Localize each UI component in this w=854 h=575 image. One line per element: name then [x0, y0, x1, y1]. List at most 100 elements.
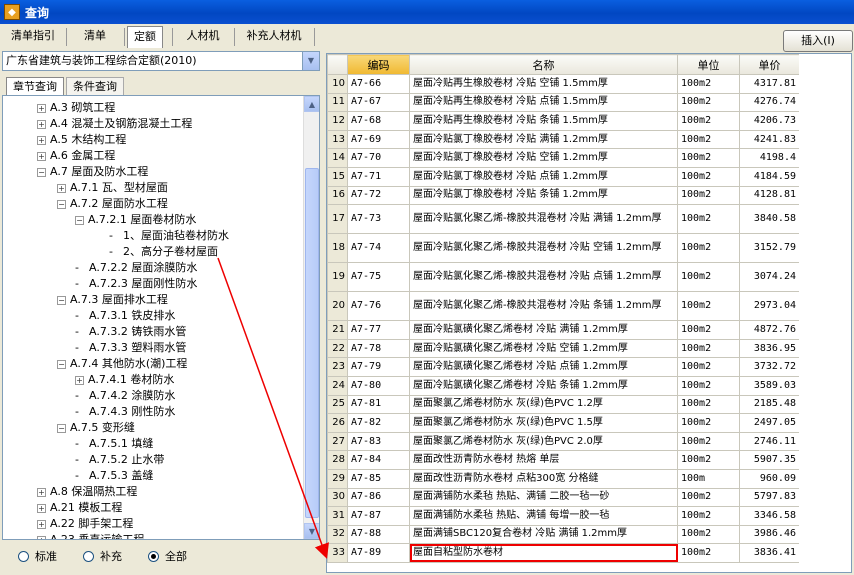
tree-node[interactable]: -1、屋面油毡卷材防水 [109, 228, 229, 244]
tree-scrollbar[interactable]: ▲ ▼ [303, 96, 319, 539]
name-cell: 屋面冷贴再生橡胶卷材 冷贴 点铺 1.5mm厚 [409, 92, 678, 113]
expand-icon[interactable]: + [37, 151, 46, 161]
expand-icon[interactable]: + [37, 503, 46, 513]
collapse-icon[interactable]: − [57, 295, 66, 305]
table-row[interactable]: 18 A7-74 屋面冷贴氯化聚乙烯-橡胶共混卷材 冷贴 空铺 1.2mm厚 100m… [327, 233, 800, 264]
table-row[interactable]: 24 A7-80 屋面冷贴氯磺化聚乙烯卷材 冷贴 条铺 1.2mm厚 100m2 358… [327, 375, 800, 396]
tree-node[interactable]: − A.7 屋面及防水工程 [37, 164, 148, 180]
tree-node[interactable]: - A.7.3.1 铁皮排水 [75, 308, 175, 324]
tree-node[interactable]: + A.3 砌筑工程 [37, 100, 115, 116]
scroll-thumb[interactable] [305, 168, 319, 518]
tree-node[interactable]: - A.7.3.2 铸铁雨水管 [75, 324, 186, 340]
tree-node[interactable]: + A.8 保温隔热工程 [37, 484, 137, 500]
row-number-cell: 32 [327, 524, 348, 545]
table-row[interactable]: 29 A7-85 屋面改性沥青防水卷材 点粘300宽 分格缝 100m 960.09 [327, 468, 800, 489]
tree-node[interactable]: + A.21 模板工程 [37, 500, 122, 516]
column-header-price[interactable]: 单价 [739, 54, 800, 75]
tree-node[interactable]: + A.7.1 瓦、型材屋面 [57, 180, 168, 196]
name-cell: 屋面冷贴氯磺化聚乙烯卷材 冷贴 条铺 1.2mm厚 [409, 375, 678, 396]
expand-icon[interactable]: + [37, 487, 46, 497]
collapse-icon[interactable]: − [75, 215, 84, 225]
price-cell: 3836.95 [739, 338, 800, 359]
expand-icon[interactable]: + [37, 535, 46, 539]
price-cell: 5797.83 [739, 487, 800, 508]
table-row[interactable]: 17 A7-73 屋面冷贴氯化聚乙烯-橡胶共混卷材 冷贴 满铺 1.2mm厚 100m… [327, 204, 800, 235]
tree-node[interactable]: - A.7.2.3 屋面刚性防水 [75, 276, 197, 292]
quota-library-select[interactable]: 广东省建筑与装饰工程综合定额(2010) ▼ [2, 51, 320, 71]
tree-node[interactable]: + A.7.4.1 卷材防水 [75, 372, 174, 388]
tree-node[interactable]: + A.6 金属工程 [37, 148, 115, 164]
table-row[interactable]: 13 A7-69 屋面冷贴氯丁橡胶卷材 冷贴 满铺 1.2mm厚 100m2 4241.… [327, 129, 800, 150]
tree-node[interactable]: - A.7.5.2 止水带 [75, 452, 164, 468]
tree-leaf-connector: - [109, 245, 113, 258]
table-row[interactable]: 31 A7-87 屋面满铺防水柔毡 热贴、满铺 每增一胶一毡 100m2 3346.58 [327, 506, 800, 526]
radio-supplement[interactable]: 补充 [83, 548, 122, 564]
tree-node[interactable]: − A.7.4 其他防水(潮)工程 [57, 356, 187, 372]
tab-supplement-material[interactable]: 补充人材机 [238, 26, 310, 48]
tab-labor-material[interactable]: 人材机 [176, 26, 230, 48]
table-row[interactable]: 23 A7-79 屋面冷贴氯磺化聚乙烯卷材 冷贴 点铺 1.2mm厚 100m2 373… [327, 357, 800, 377]
collapse-icon[interactable]: − [57, 199, 66, 209]
tree-node[interactable]: + A.23 垂直运输工程 [37, 532, 144, 539]
chevron-down-icon[interactable]: ▼ [302, 52, 319, 70]
unit-cell: 100m2 [677, 148, 740, 168]
tree-node-label: A.21 模板工程 [50, 501, 123, 514]
collapse-icon[interactable]: − [57, 359, 66, 369]
table-row[interactable]: 22 A7-78 屋面冷贴氯磺化聚乙烯卷材 冷贴 空铺 1.2mm厚 100m2 383… [327, 338, 800, 359]
tab-list[interactable]: 清单 [70, 26, 120, 48]
table-row[interactable]: 11 A7-67 屋面冷贴再生橡胶卷材 冷贴 点铺 1.5mm厚 100m2 4276.… [327, 92, 800, 113]
collapse-icon[interactable]: − [37, 167, 46, 177]
tree-node[interactable]: − A.7.2 屋面防水工程 [57, 196, 168, 212]
expand-icon[interactable]: + [57, 183, 66, 193]
table-row[interactable]: 21 A7-77 屋面冷贴氯磺化聚乙烯卷材 冷贴 满铺 1.2mm厚 100m2 487… [327, 320, 800, 340]
table-row[interactable]: 32 A7-88 屋面满铺SBC120复合卷材 冷贴 满铺 1.2mm厚 100m2 3… [327, 524, 800, 545]
table-row[interactable]: 30 A7-86 屋面满铺防水柔毡 热贴、满铺 二胶一毡一砂 100m2 5797.83 [327, 487, 800, 508]
expand-icon[interactable]: + [75, 375, 84, 385]
row-number-cell: 29 [327, 468, 348, 489]
table-row[interactable]: 33 A7-89 屋面自粘型防水卷材 100m2 3836.41 [327, 543, 800, 563]
collapse-icon[interactable]: − [57, 423, 66, 433]
tree-node[interactable]: + A.5 木结构工程 [37, 132, 126, 148]
tab-guide[interactable]: 清单指引 [4, 26, 62, 48]
column-header-code[interactable]: 编码 [347, 54, 410, 75]
table-row[interactable]: 19 A7-75 屋面冷贴氯化聚乙烯-橡胶共混卷材 冷贴 点铺 1.2mm厚 100m… [327, 262, 800, 293]
scroll-up-icon[interactable]: ▲ [304, 96, 319, 112]
table-row[interactable]: 20 A7-76 屋面冷贴氯化聚乙烯-橡胶共混卷材 冷贴 条铺 1.2mm厚 100m… [327, 291, 800, 322]
insert-button[interactable]: 插入(I) [783, 30, 853, 52]
table-row[interactable]: 26 A7-82 屋面聚氯乙烯卷材防水 灰(绿)色PVC 1.5厚 100m2 2497… [327, 413, 800, 433]
table-row[interactable]: 28 A7-84 屋面改性沥青防水卷材 热熔 单层 100m2 5907.35 [327, 450, 800, 470]
scroll-down-icon[interactable]: ▼ [304, 523, 319, 539]
table-row[interactable]: 10 A7-66 屋面冷贴再生橡胶卷材 冷贴 空铺 1.5mm厚 100m2 4317.… [327, 74, 800, 94]
tree-node[interactable]: - A.7.4.2 涂膜防水 [75, 388, 175, 404]
tree-node[interactable]: - A.7.5.3 盖缝 [75, 468, 153, 484]
tab-quota[interactable]: 定额 [127, 26, 163, 48]
tree-node[interactable]: − A.7.5 变形缝 [57, 420, 135, 436]
tree-leaf-connector: - [75, 261, 79, 274]
table-row[interactable]: 15 A7-71 屋面冷贴氯丁橡胶卷材 冷贴 点铺 1.2mm厚 100m2 4184.… [327, 166, 800, 187]
table-row[interactable]: 25 A7-81 屋面聚氯乙烯卷材防水 灰(绿)色PVC 1.2厚 100m2 2185… [327, 394, 800, 415]
table-row[interactable]: 14 A7-70 屋面冷贴氯丁橡胶卷材 冷贴 空铺 1.2mm厚 100m2 4198.… [327, 148, 800, 168]
column-header-name[interactable]: 名称 [409, 54, 678, 75]
radio-standard[interactable]: 标准 [18, 548, 57, 564]
radio-all[interactable]: 全部 [148, 548, 187, 564]
subtab-chapter[interactable]: 章节查询 [6, 77, 64, 95]
tree-node[interactable]: + A.22 脚手架工程 [37, 516, 133, 532]
tree-node[interactable]: - A.7.3.3 塑料雨水管 [75, 340, 186, 356]
tree-node[interactable]: - A.7.5.1 填缝 [75, 436, 153, 452]
subtab-condition[interactable]: 条件查询 [66, 77, 124, 95]
table-row[interactable]: 12 A7-68 屋面冷贴再生橡胶卷材 冷贴 条铺 1.5mm厚 100m2 4206.… [327, 111, 800, 131]
table-row[interactable]: 16 A7-72 屋面冷贴氯丁橡胶卷材 冷贴 条铺 1.2mm厚 100m2 4128.… [327, 185, 800, 206]
expand-icon[interactable]: + [37, 103, 46, 113]
table-row[interactable]: 27 A7-83 屋面聚氯乙烯卷材防水 灰(绿)色PVC 2.0厚 100m2 2746… [327, 431, 800, 452]
tree-node[interactable]: -2、高分子卷材屋面 [109, 244, 218, 260]
expand-icon[interactable]: + [37, 519, 46, 529]
tree-node[interactable]: − A.7.2.1 屋面卷材防水 [75, 212, 196, 228]
code-cell: A7-89 [347, 543, 410, 563]
tree-node[interactable]: − A.7.3 屋面排水工程 [57, 292, 168, 308]
column-header-unit[interactable]: 单位 [677, 54, 740, 75]
tree-node[interactable]: + A.4 混凝土及钢筋混凝土工程 [37, 116, 192, 132]
expand-icon[interactable]: + [37, 135, 46, 145]
expand-icon[interactable]: + [37, 119, 46, 129]
tree-node[interactable]: - A.7.4.3 刚性防水 [75, 404, 175, 420]
tree-node[interactable]: - A.7.2.2 屋面涂膜防水 [75, 260, 197, 276]
